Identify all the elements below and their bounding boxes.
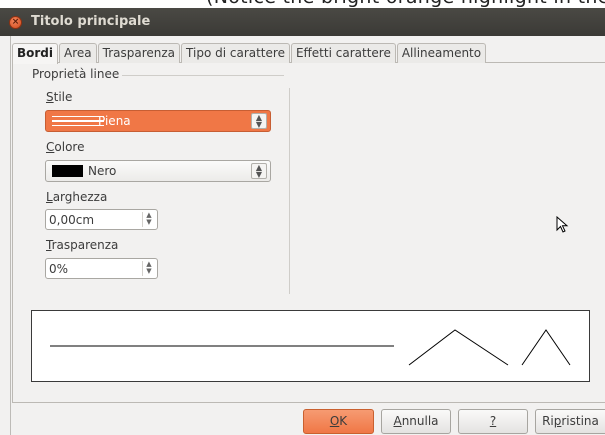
width-value: 0,00cm <box>49 213 95 227</box>
style-select-value: Piena <box>98 114 131 128</box>
tab-allineamento[interactable]: Allineamento <box>396 43 487 63</box>
tab-effetti-carattere[interactable]: Effetti carattere <box>290 43 396 63</box>
mouse-pointer-icon <box>556 216 569 233</box>
style-select[interactable]: Piena ▲ ▼ <box>45 110 271 132</box>
window-titlebar[interactable]: × Titolo principale <box>0 8 605 36</box>
background-text: (Notice the bright orange highlight in t… <box>206 0 605 8</box>
preview-angle-line-2 <box>521 329 571 366</box>
transparency-value: 0% <box>49 262 69 276</box>
line-preview-drawing <box>50 329 571 366</box>
tab-trasparenza[interactable]: Trasparenza <box>97 43 181 63</box>
tab-bordi[interactable]: Bordi <box>12 43 59 64</box>
color-label: Colore <box>46 140 85 154</box>
up-down-arrows-icon[interactable]: ▲ ▼ <box>251 163 267 179</box>
style-label: Stile <box>46 90 73 104</box>
help-button[interactable]: ? <box>458 409 528 434</box>
transparency-label: Trasparenza <box>46 238 119 252</box>
tab-area[interactable]: Area <box>59 43 97 63</box>
width-spinbox[interactable]: 0,00cm ▲ ▼ <box>45 209 158 230</box>
cancel-button[interactable]: Annulla <box>381 409 451 434</box>
vertical-separator <box>289 88 290 294</box>
ok-button[interactable]: OK <box>303 409 374 434</box>
close-icon[interactable]: × <box>9 16 22 29</box>
window-title: Titolo principale <box>31 14 151 29</box>
tab-tipo-di-carattere[interactable]: Tipo di carattere <box>181 43 290 63</box>
color-select[interactable]: Nero ▲ ▼ <box>45 160 271 182</box>
transparency-spinbox[interactable]: 0% ▲ ▼ <box>45 258 158 279</box>
up-down-arrows-icon[interactable]: ▲ ▼ <box>142 261 155 276</box>
line-style-preview <box>52 116 104 126</box>
section-title-line-properties: Proprietà linee <box>32 67 120 81</box>
background-text-strip: (Notice the bright orange highlight in t… <box>0 0 605 8</box>
up-down-arrows-icon[interactable]: ▲ ▼ <box>142 212 155 227</box>
tab-bar: Bordi Area Trasparenza Tipo di carattere… <box>12 43 487 64</box>
preview-angle-line-1 <box>408 329 509 366</box>
section-divider <box>122 75 284 76</box>
color-select-value: Nero <box>88 164 117 178</box>
reset-button[interactable]: Ripristina <box>535 409 605 434</box>
width-label: Larghezza <box>46 190 108 204</box>
line-preview <box>31 310 590 382</box>
up-down-arrows-icon[interactable]: ▲ ▼ <box>251 113 267 129</box>
color-swatch <box>52 165 83 177</box>
